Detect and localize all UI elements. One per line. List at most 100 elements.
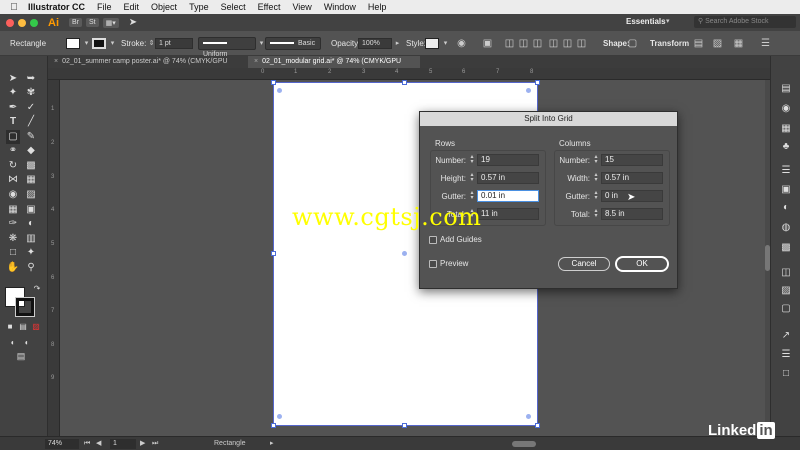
stroke-color-icon[interactable]: [15, 297, 35, 317]
rows-gutter-input[interactable]: 0.01 in: [477, 190, 539, 202]
variable-width-dropdown[interactable]: Uniform: [198, 37, 256, 58]
selection-handle[interactable]: [535, 423, 540, 428]
scale-tool-icon[interactable]: ▩: [24, 159, 38, 173]
chevron-down-icon[interactable]: ▾: [440, 38, 451, 49]
blend-tool-icon[interactable]: ◐: [24, 217, 38, 231]
chevron-right-icon[interactable]: ▸: [392, 38, 403, 49]
shape-builder-tool-icon[interactable]: ◉: [6, 188, 20, 202]
opacity-field[interactable]: 100%: [358, 38, 392, 49]
gradient-tool-icon[interactable]: ▣: [24, 203, 38, 217]
app-name-menu[interactable]: Illustrator CC: [28, 2, 85, 12]
stock-button[interactable]: St: [86, 18, 99, 27]
symbols-icon[interactable]: ♣: [779, 140, 793, 154]
graphic-styles-icon[interactable]: ▩: [779, 241, 793, 255]
menu-file[interactable]: File: [97, 2, 112, 12]
eraser-tool-icon[interactable]: ◆: [24, 144, 38, 158]
eyedropper-tool-icon[interactable]: ✑: [6, 217, 20, 231]
stepper-icon[interactable]: ▴ ▾: [593, 208, 599, 219]
align-center-icon[interactable]: ◫: [518, 38, 529, 49]
transform-panel-icon[interactable]: ▢: [779, 302, 793, 316]
none-mode-icon[interactable]: ▨: [29, 320, 43, 334]
line-tool-icon[interactable]: ╱: [24, 115, 38, 129]
isolate-group-icon[interactable]: ▤: [693, 38, 704, 49]
transform-link[interactable]: Transform: [650, 31, 689, 56]
selection-handle[interactable]: [271, 80, 276, 85]
stroke-panel-icon[interactable]: ☰: [779, 164, 793, 178]
mesh-tool-icon[interactable]: ▦: [6, 203, 20, 217]
first-artboard-icon[interactable]: ⏮: [84, 437, 90, 450]
cancel-button[interactable]: Cancel: [558, 257, 610, 271]
color-icon[interactable]: ◉: [779, 102, 793, 116]
type-tool-icon[interactable]: T: [6, 115, 20, 129]
horizontal-scroll-thumb[interactable]: [512, 441, 536, 447]
graphic-style-swatch[interactable]: [425, 38, 439, 49]
rows-total-input[interactable]: 11 in: [477, 208, 539, 220]
zoom-level-field[interactable]: 74%: [45, 439, 79, 449]
shaper-tool-icon[interactable]: ⚭: [6, 144, 20, 158]
pen-tool-icon[interactable]: ✒: [6, 101, 20, 115]
columns-width-input[interactable]: 0.57 in: [601, 172, 663, 184]
chevron-down-icon[interactable]: ▾: [107, 38, 118, 49]
layers-icon[interactable]: ☰: [779, 348, 793, 362]
close-icon[interactable]: ×: [54, 58, 58, 65]
shape-properties-icon[interactable]: ▢: [627, 38, 638, 49]
previous-artboard-icon[interactable]: ◀: [96, 437, 101, 450]
arrange-documents-button[interactable]: ▦▾: [102, 17, 119, 28]
stepper-icon[interactable]: ▴ ▾: [469, 172, 475, 183]
paintbrush-tool-icon[interactable]: ✎: [24, 130, 38, 144]
menu-edit[interactable]: Edit: [124, 2, 140, 12]
menu-object[interactable]: Object: [151, 2, 177, 12]
menu-view[interactable]: View: [292, 2, 311, 12]
align-top-icon[interactable]: ◫: [548, 38, 559, 49]
columns-number-input[interactable]: 15: [601, 154, 663, 166]
symbol-sprayer-tool-icon[interactable]: ❋: [6, 232, 20, 246]
properties-icon[interactable]: ▤: [779, 82, 793, 96]
gradient-mode-icon[interactable]: ▤: [16, 320, 30, 334]
rectangle-tool-icon[interactable]: ▢: [6, 130, 20, 144]
align-to-icon[interactable]: ▣: [482, 38, 493, 49]
preview-checkbox[interactable]: [429, 260, 437, 268]
stepper-icon[interactable]: ▴ ▾: [593, 154, 599, 165]
chevron-down-icon[interactable]: ▾: [81, 38, 92, 49]
color-mode-icon[interactable]: ■: [3, 320, 17, 334]
selection-handle[interactable]: [271, 423, 276, 428]
align-bottom-icon[interactable]: ◫: [576, 38, 587, 49]
artboards-icon[interactable]: □: [779, 367, 793, 381]
status-menu-icon[interactable]: ▸: [270, 437, 274, 450]
stock-search-input[interactable]: ⚲ Search Adobe Stock: [694, 16, 796, 28]
gpu-performance-icon[interactable]: ➤: [129, 17, 137, 28]
align-right-icon[interactable]: ◫: [532, 38, 543, 49]
tab-modular-grid[interactable]: × 02_01_modular grid.ai* @ 74% (CMYK/GPU …: [248, 56, 420, 77]
screen-mode-icon[interactable]: ▤: [14, 349, 28, 363]
appearance-icon[interactable]: ◍: [779, 221, 793, 235]
menu-window[interactable]: Window: [324, 2, 356, 12]
stepper-icon[interactable]: ▴ ▾: [593, 190, 599, 201]
zoom-tool-icon[interactable]: ⚲: [24, 261, 38, 275]
slice-tool-icon[interactable]: ✦: [24, 246, 38, 260]
width-tool-icon[interactable]: ⋈: [6, 173, 20, 187]
recolor-artwork-icon[interactable]: ◉: [456, 38, 467, 49]
stepper-icon[interactable]: ▴ ▾: [469, 190, 475, 201]
draw-inside-icon[interactable]: ◐: [20, 336, 34, 350]
select-similar-icon[interactable]: ▦: [733, 38, 744, 49]
selection-tool-icon[interactable]: ➤: [6, 72, 20, 86]
close-window-button[interactable]: [6, 18, 14, 27]
rotate-tool-icon[interactable]: ↻: [6, 159, 20, 173]
selection-handle[interactable]: [271, 251, 276, 256]
align-panel-icon[interactable]: ◫: [779, 266, 793, 280]
curvature-tool-icon[interactable]: ✓: [24, 101, 38, 115]
free-transform-tool-icon[interactable]: ▦: [24, 173, 38, 187]
apple-icon[interactable]: : [0, 2, 28, 13]
workspace-switcher[interactable]: Essentials: [626, 17, 666, 26]
align-middle-icon[interactable]: ◫: [562, 38, 573, 49]
shape-label[interactable]: Shape:: [603, 31, 630, 56]
minimize-window-button[interactable]: [18, 18, 26, 27]
zoom-window-button[interactable]: [30, 18, 38, 27]
stroke-weight-field[interactable]: 1 pt: [155, 38, 193, 49]
gradient-icon[interactable]: ▣: [779, 183, 793, 197]
swatches-icon[interactable]: ▦: [779, 122, 793, 136]
hand-tool-icon[interactable]: ✋: [6, 261, 20, 275]
lasso-tool-icon[interactable]: ✾: [24, 86, 38, 100]
rows-height-input[interactable]: 0.57 in: [477, 172, 539, 184]
menu-select[interactable]: Select: [221, 2, 246, 12]
